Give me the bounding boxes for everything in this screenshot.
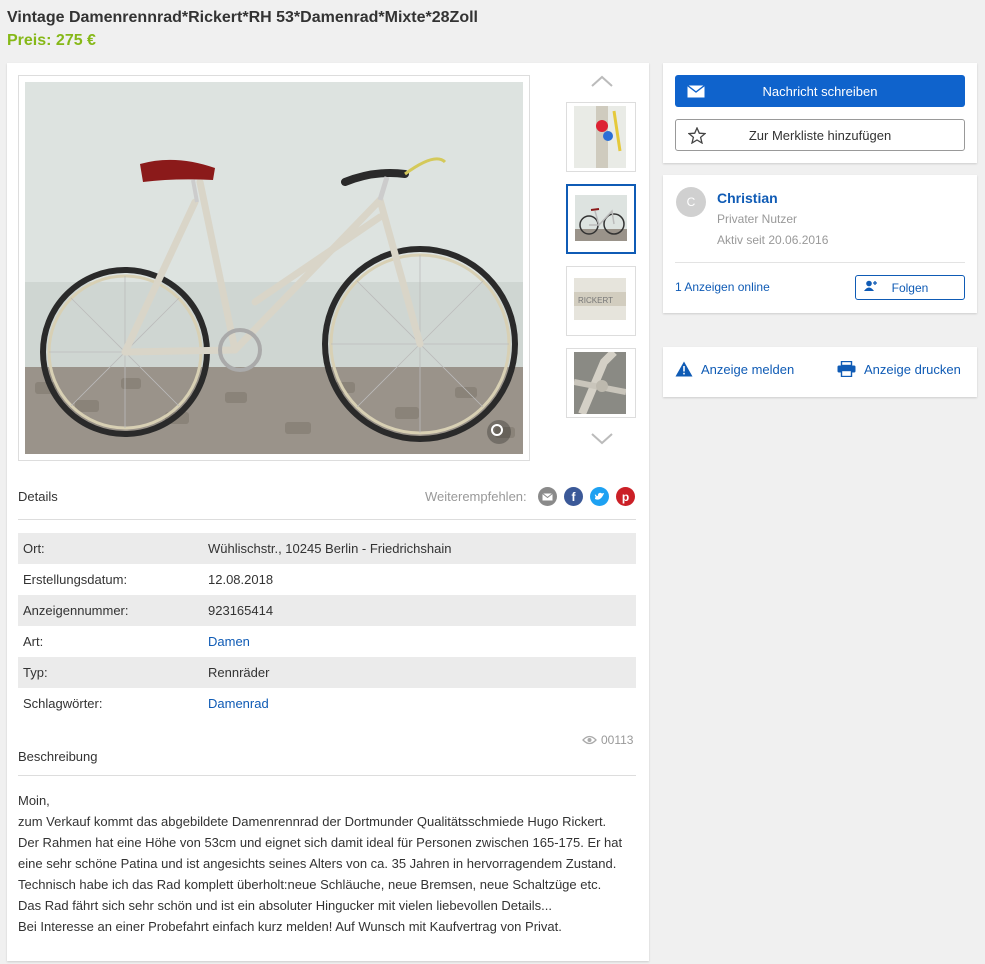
watchlist-button-label: Zur Merkliste hinzufügen xyxy=(748,127,892,143)
envelope-icon xyxy=(687,85,705,98)
contact-card: Nachricht schreiben Zur Merkliste hinzuf… xyxy=(663,63,977,163)
detail-value-location: Wühlischstr., 10245 Berlin - Friedrichsh… xyxy=(203,533,636,564)
listing-main-card: RICKERT Details Weiterempfehlen: f p Ort… xyxy=(7,63,649,961)
detail-key-tags: Schlagwörter: xyxy=(23,696,103,711)
description-text: Moin, zum Verkauf kommt das abgebildete … xyxy=(18,790,636,937)
watchlist-button[interactable]: Zur Merkliste hinzufügen xyxy=(675,119,965,151)
thumbnail-2[interactable] xyxy=(566,184,636,254)
message-button-label: Nachricht schreiben xyxy=(762,83,878,99)
description-line: Bei Interesse an einer Probefahrt einfac… xyxy=(18,919,562,934)
svg-text:RICKERT: RICKERT xyxy=(578,296,613,305)
facebook-icon[interactable]: f xyxy=(564,487,583,506)
details-heading: Details xyxy=(18,489,58,504)
view-count: 00113 xyxy=(601,733,634,747)
description-heading: Beschreibung xyxy=(18,749,98,764)
table-row: Art: Damen xyxy=(18,626,636,657)
thumbnail-3[interactable]: RICKERT xyxy=(566,266,636,336)
description-line: Moin, xyxy=(18,793,50,808)
details-divider xyxy=(18,519,636,520)
detail-key-kind: Art: xyxy=(23,634,44,649)
detail-key-location: Ort: xyxy=(18,533,203,564)
description-line: Technisch habe ich das Rad komplett über… xyxy=(18,877,602,892)
twitter-icon[interactable] xyxy=(590,487,609,506)
print-ad-link[interactable]: Anzeige drucken xyxy=(837,361,961,377)
thumbnail-4[interactable] xyxy=(566,348,636,418)
report-card: Anzeige melden Anzeige drucken xyxy=(663,347,977,397)
printer-icon xyxy=(837,361,856,377)
follow-button[interactable]: Folgen xyxy=(855,275,965,300)
detail-value-tags-link[interactable]: Damenrad xyxy=(203,688,636,719)
message-button[interactable]: Nachricht schreiben xyxy=(675,75,965,107)
description-line: Der Rahmen hat eine Höhe von 53cm und ei… xyxy=(18,835,623,850)
report-ad-label: Anzeige melden xyxy=(701,361,795,377)
share-label: Weiterempfehlen: xyxy=(425,489,527,504)
description-line: eine sehr schöne Patina und ist angesich… xyxy=(18,856,617,871)
report-ad-link[interactable]: Anzeige melden xyxy=(675,361,794,377)
eye-icon xyxy=(582,735,597,745)
seller-type: Privater Nutzer xyxy=(717,212,798,226)
seller-name-link[interactable]: Christian xyxy=(717,190,778,206)
thumbnails-down-arrow[interactable] xyxy=(587,429,617,449)
description-divider xyxy=(18,775,636,776)
ads-online-link[interactable]: 1 Anzeigen online xyxy=(675,280,770,294)
follow-button-label: Folgen xyxy=(891,280,929,295)
warning-icon xyxy=(675,361,693,377)
seller-divider xyxy=(675,262,965,263)
description-line: Das Rad fährt sich sehr schön und ist ei… xyxy=(18,898,552,913)
detail-value-kind-link[interactable]: Damen xyxy=(203,626,636,657)
description-line: zum Verkauf kommt das abgebildete Damenr… xyxy=(18,814,607,829)
detail-key-type: Typ: xyxy=(18,657,203,688)
detail-key-ad-number: Anzeigennummer: xyxy=(18,595,203,626)
table-row: Erstellungsdatum: 12.08.2018 xyxy=(18,564,636,595)
view-counter: 00113 xyxy=(582,733,633,747)
email-icon[interactable] xyxy=(538,487,557,506)
table-row: Ort: Wühlischstr., 10245 Berlin - Friedr… xyxy=(18,533,636,564)
star-icon xyxy=(688,127,706,144)
pinterest-icon[interactable]: p xyxy=(616,487,635,506)
table-row: Anzeigennummer: 923165414 xyxy=(18,595,636,626)
details-table: Ort: Wühlischstr., 10245 Berlin - Friedr… xyxy=(18,533,636,719)
main-photo[interactable] xyxy=(18,75,530,461)
thumbnail-1[interactable] xyxy=(566,102,636,172)
table-row: Schlagwörter: Damenrad xyxy=(18,688,636,719)
seller-card: C Christian Privater Nutzer Aktiv seit 2… xyxy=(663,175,977,313)
detail-value-created: 12.08.2018 xyxy=(208,572,274,587)
avatar: C xyxy=(676,187,706,217)
detail-key-created: Erstellungsdatum: xyxy=(23,572,128,587)
print-ad-label: Anzeige drucken xyxy=(864,361,961,377)
detail-value-type: Rennräder xyxy=(203,657,636,688)
detail-value-ad-number: 923165414 xyxy=(203,595,636,626)
listing-title: Vintage Damenrennrad*Rickert*RH 53*Damen… xyxy=(7,9,478,26)
thumbnails-up-arrow[interactable] xyxy=(587,71,617,91)
add-user-icon xyxy=(864,280,877,291)
table-row: Typ: Rennräder xyxy=(18,657,636,688)
seller-active-since: Aktiv seit 20.06.2016 xyxy=(717,233,829,247)
listing-price: Preis: 275 € xyxy=(7,32,96,49)
